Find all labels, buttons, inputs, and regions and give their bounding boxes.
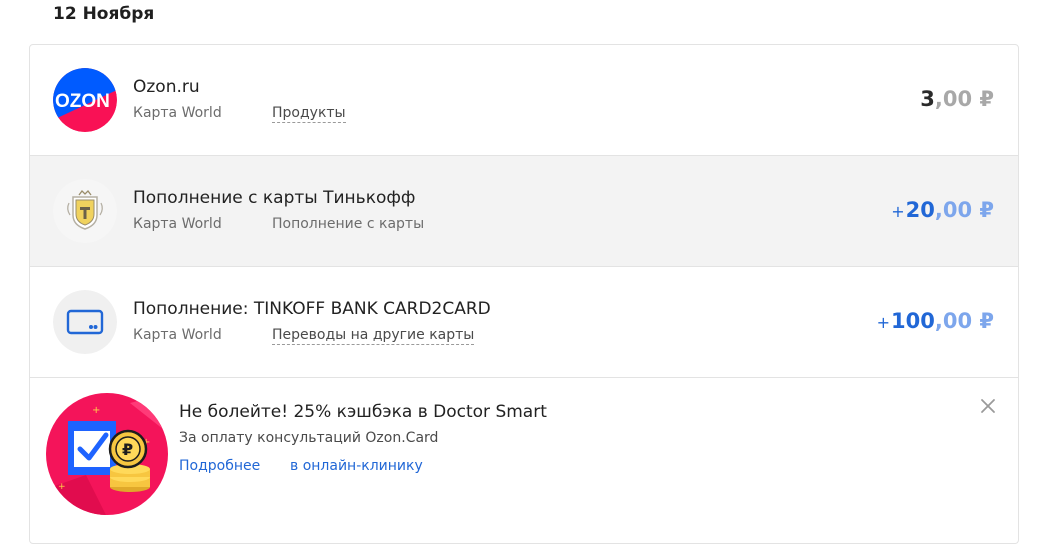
promo-clinic-link[interactable]: в онлайн-клинику [290, 458, 423, 474]
transaction-amount: 3,00 ₽ [920, 87, 994, 111]
ozon-logo-icon: OZON [53, 68, 117, 132]
category-link[interactable]: Продукты [272, 105, 346, 123]
close-icon[interactable] [978, 396, 998, 416]
promo-banner: + + + ₽ Не болейте! 25% кэшбэка в Doctor… [30, 378, 1018, 528]
amount-sign: + [876, 313, 891, 332]
transaction-card-name: Карта World [133, 105, 222, 121]
svg-text:OZON: OZON [55, 91, 110, 112]
date-heading: 12 Ноября [53, 4, 155, 24]
svg-text:+: + [58, 482, 66, 492]
amount-integer: 100 [891, 309, 935, 333]
card-icon [53, 290, 117, 354]
tinkoff-logo-icon [53, 179, 117, 243]
amount-sign: + [891, 202, 905, 221]
transaction-amount: +100,00 ₽ [877, 309, 994, 333]
transaction-row-ozon[interactable]: OZON Ozon.ru Карта World Продукты 3,00 ₽ [30, 45, 1018, 156]
transaction-row-card2card[interactable]: Пополнение: TINKOFF BANK CARD2CARD Карта… [30, 267, 1018, 378]
category-label: Пополнение с карты [272, 216, 425, 232]
promo-title: Не болейте! 25% кэшбэка в Doctor Smart [179, 402, 547, 422]
amount-fraction: ,00 ₽ [934, 87, 994, 111]
category-link[interactable]: Переводы на другие карты [272, 327, 475, 345]
cashback-coins-icon: + + + ₽ [46, 393, 168, 515]
transaction-row-tinkoff[interactable]: Пополнение с карты Тинькофф Карта World … [30, 156, 1018, 267]
svg-text:₽: ₽ [122, 440, 133, 459]
transaction-title: Пополнение: TINKOFF BANK CARD2CARD [133, 299, 491, 319]
promo-description: За оплату консультаций Ozon.Card [179, 430, 439, 446]
transaction-title: Ozon.ru [133, 77, 200, 97]
amount-fraction: ,00 ₽ [934, 198, 994, 222]
transaction-title: Пополнение с карты Тинькофф [133, 188, 416, 208]
transactions-card: OZON Ozon.ru Карта World Продукты 3,00 ₽… [29, 44, 1019, 544]
transaction-card-name: Карта World [133, 327, 222, 343]
amount-integer: 3 [920, 87, 935, 111]
svg-text:+: + [92, 405, 100, 416]
promo-more-link[interactable]: Подробнее [179, 458, 260, 474]
transaction-card-name: Карта World [133, 216, 222, 232]
transaction-amount: +20,00 ₽ [891, 198, 994, 222]
amount-fraction: ,00 ₽ [934, 309, 994, 333]
amount-integer: 20 [905, 198, 935, 222]
